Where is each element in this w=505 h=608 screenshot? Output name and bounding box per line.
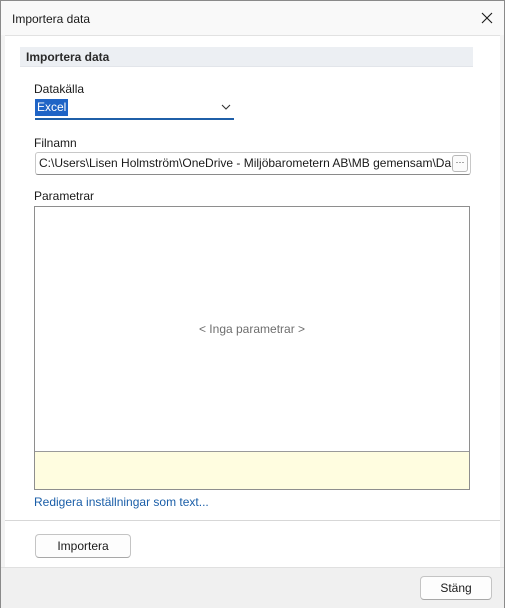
close-icon: [481, 12, 493, 24]
section-title: Importera data: [26, 50, 110, 64]
window-title: Importera data: [12, 12, 91, 26]
filename-label: Filnamn: [34, 136, 77, 150]
edit-settings-as-text-link[interactable]: Redigera inställningar som text...: [34, 495, 209, 509]
parameters-empty-text: < Inga parametrar >: [198, 322, 306, 336]
chevron-down-icon: [221, 104, 231, 110]
close-window-button[interactable]: [470, 1, 504, 35]
browse-button[interactable]: ···: [452, 155, 468, 172]
section-header: Importera data: [20, 47, 473, 67]
parameters-grid[interactable]: < Inga parametrar >: [34, 206, 470, 490]
import-panel: Importera data Datakälla Excel Filnamn C…: [5, 35, 500, 521]
datasource-label: Datakälla: [34, 82, 85, 96]
filename-value: C:\Users\Lisen Holmström\OneDrive - Milj…: [39, 156, 452, 170]
datasource-selected-value: Excel: [35, 99, 69, 116]
title-bar: Importera data: [1, 1, 504, 35]
import-button[interactable]: Importera: [35, 534, 131, 558]
datasource-select[interactable]: Excel: [35, 98, 234, 120]
import-dialog: Importera data Importera data Datakälla …: [0, 0, 505, 608]
parameters-label: Parametrar: [34, 189, 95, 203]
close-button[interactable]: Stäng: [420, 576, 492, 600]
import-button-area: Importera: [5, 520, 500, 567]
parameter-description-pane: [35, 451, 469, 489]
filename-input[interactable]: C:\Users\Lisen Holmström\OneDrive - Milj…: [35, 152, 471, 175]
dialog-footer: Stäng: [1, 567, 504, 608]
